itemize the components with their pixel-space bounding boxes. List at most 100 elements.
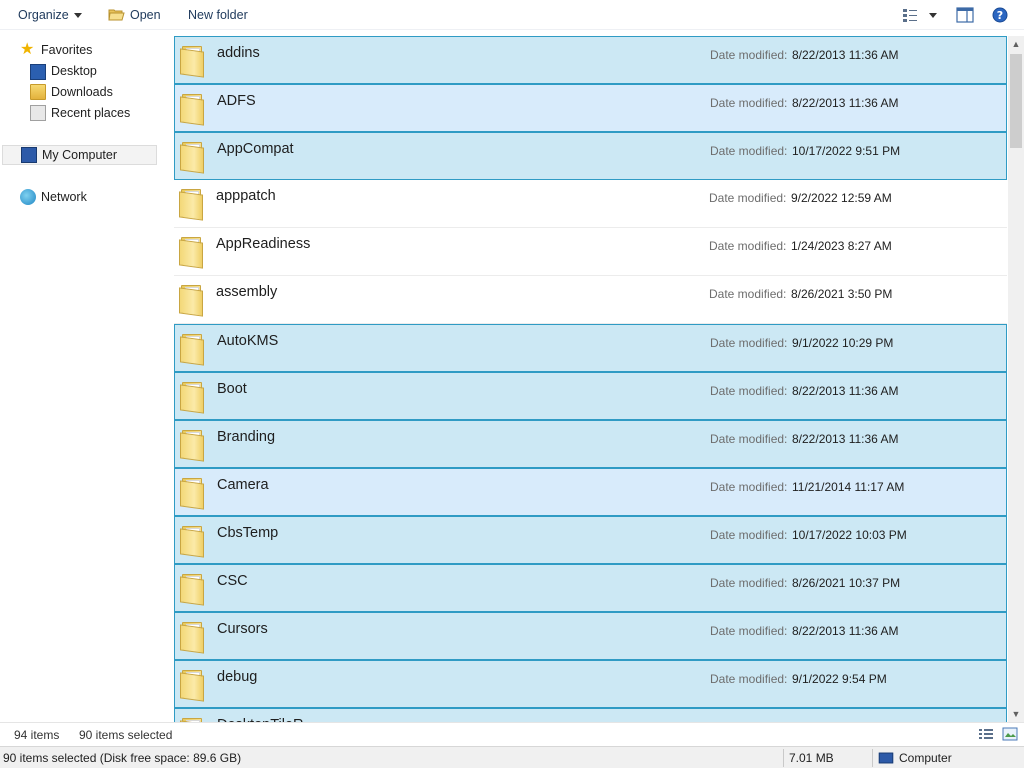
date-modified-label: Date modified: — [710, 96, 788, 110]
file-name: debug — [217, 669, 258, 685]
nav-computer-label: My Computer — [42, 148, 118, 162]
chevron-down-icon — [73, 12, 82, 18]
nav-downloads[interactable]: Downloads — [30, 82, 113, 102]
file-name: Boot — [217, 381, 247, 397]
folder-icon — [179, 189, 205, 221]
file-row[interactable]: CbsTemp Date modified: 10/17/2022 10:03 PM — [174, 516, 1007, 564]
date-modified-label: Date modified: — [710, 576, 788, 590]
nav-favorites-label: Favorites — [41, 43, 93, 57]
date-modified-value: 9/2/2022 12:59 AM — [791, 191, 892, 205]
folder-icon — [180, 46, 206, 78]
status-size: 7.01 MB — [789, 751, 834, 765]
folder-icon — [179, 285, 205, 317]
date-modified-label: Date modified: — [710, 384, 788, 398]
item-count: 94 items — [14, 728, 60, 742]
details-view-icon[interactable] — [978, 727, 994, 741]
large-icons-view-icon[interactable] — [1002, 727, 1018, 741]
file-name: apppatch — [216, 188, 276, 204]
view-list-icon — [903, 9, 917, 22]
folder-icon — [180, 670, 206, 702]
file-row[interactable]: ADFS Date modified: 8/22/2013 11:36 AM — [174, 84, 1007, 132]
file-name: Branding — [217, 429, 276, 445]
date-modified-label: Date modified: — [710, 480, 788, 494]
file-name: Camera — [217, 477, 269, 493]
file-name: addins — [217, 45, 260, 61]
file-name: ADFS — [217, 93, 256, 109]
file-row[interactable]: CSC Date modified: 8/26/2021 10:37 PM — [174, 564, 1007, 612]
selected-count: 90 items selected — [79, 728, 173, 742]
nav-desktop-label: Desktop — [51, 64, 97, 78]
nav-downloads-label: Downloads — [51, 85, 113, 99]
date-modified-value: 8/26/2021 10:37 PM — [792, 576, 901, 590]
date-modified-label: Date modified: — [710, 624, 788, 638]
organize-label: Organize — [18, 8, 69, 22]
file-row[interactable]: Boot Date modified: 8/22/2013 11:36 AM — [174, 372, 1007, 420]
status-divider — [783, 749, 784, 767]
date-modified-value: 11/21/2014 11:17 AM — [792, 480, 905, 494]
preview-pane-button[interactable] — [956, 0, 974, 30]
folder-icon — [180, 94, 206, 126]
file-list: addins Date modified: 8/22/2013 11:36 AM AD… — [174, 36, 1008, 722]
file-row[interactable]: Camera Date modified: 11/21/2014 11:17 AM — [174, 468, 1007, 516]
file-name: CSC — [217, 573, 248, 589]
preview-pane-icon — [956, 7, 974, 23]
nav-desktop[interactable]: Desktop — [30, 61, 97, 81]
date-modified-label: Date modified: — [710, 432, 788, 446]
chevron-down-icon[interactable] — [929, 12, 937, 18]
nav-recent-places[interactable]: Recent places — [30, 103, 130, 123]
change-view-button[interactable] — [902, 0, 937, 30]
date-modified-value: 8/22/2013 11:36 AM — [792, 96, 899, 110]
date-modified-label: Date modified: — [710, 672, 788, 686]
command-bar: Organize Open New folder ? — [0, 0, 1024, 30]
recent-places-icon — [30, 105, 46, 121]
file-row[interactable]: addins Date modified: 8/22/2013 11:36 AM — [174, 36, 1007, 84]
folder-icon — [180, 478, 206, 510]
date-modified-label: Date modified: — [710, 528, 788, 542]
computer-icon — [21, 147, 37, 163]
scroll-up-icon[interactable]: ▲ — [1008, 36, 1024, 52]
file-name: AppCompat — [217, 141, 294, 157]
status-divider — [872, 749, 873, 767]
file-row[interactable]: apppatch Date modified: 9/2/2022 12:59 AM — [174, 180, 1007, 228]
folder-icon — [180, 526, 206, 558]
organize-button[interactable]: Organize — [18, 0, 82, 30]
date-modified-value: 8/22/2013 11:36 AM — [792, 384, 899, 398]
date-modified-value: 8/26/2021 3:50 PM — [791, 287, 893, 301]
folder-icon — [180, 430, 206, 462]
date-modified-value: 10/17/2022 9:51 PM — [792, 144, 901, 158]
nav-network[interactable]: Network — [20, 187, 87, 207]
file-row[interactable]: debug Date modified: 9/1/2022 9:54 PM — [174, 660, 1007, 708]
date-modified-label: Date modified: — [710, 144, 788, 158]
open-label: Open — [130, 8, 161, 22]
svg-text:?: ? — [997, 9, 1003, 22]
star-icon: ★ — [20, 41, 35, 58]
nav-network-label: Network — [41, 190, 87, 204]
file-row[interactable]: AutoKMS Date modified: 9/1/2022 10:29 PM — [174, 324, 1007, 372]
navigation-pane: ★ Favorites Desktop Downloads Recent pla… — [0, 30, 170, 720]
vertical-scrollbar[interactable]: ▲ ▼ — [1008, 36, 1024, 722]
open-button[interactable]: Open — [108, 0, 161, 30]
date-modified-value: 8/22/2013 11:36 AM — [792, 48, 899, 62]
network-icon — [20, 189, 36, 205]
file-row[interactable]: AppReadiness Date modified: 1/24/2023 8:27… — [174, 228, 1007, 276]
scrollbar-thumb[interactable] — [1010, 54, 1022, 148]
nav-recent-label: Recent places — [51, 106, 131, 120]
scroll-down-icon[interactable]: ▼ — [1008, 706, 1024, 722]
file-row[interactable]: assembly Date modified: 8/26/2021 3:50 PM — [174, 276, 1007, 324]
file-row[interactable]: DesktopTileR... — [174, 708, 1007, 722]
help-button[interactable]: ? — [992, 0, 1008, 30]
file-name: Cursors — [217, 621, 268, 637]
file-row[interactable]: Cursors Date modified: 8/22/2013 11:36 AM — [174, 612, 1007, 660]
file-row[interactable]: Branding Date modified: 8/22/2013 11:36 AM — [174, 420, 1007, 468]
folder-icon — [180, 574, 206, 606]
folder-icon — [180, 382, 206, 414]
computer-icon — [878, 752, 894, 764]
date-modified-label: Date modified: — [709, 287, 787, 301]
file-row[interactable]: AppCompat Date modified: 10/17/2022 9:51 P… — [174, 132, 1007, 180]
new-folder-button[interactable]: New folder — [188, 0, 248, 30]
nav-favorites[interactable]: ★ Favorites — [20, 40, 92, 60]
date-modified-label: Date modified: — [709, 239, 787, 253]
status-location-label: Computer — [899, 751, 952, 765]
nav-my-computer[interactable]: My Computer — [2, 145, 157, 165]
folder-icon — [179, 237, 205, 269]
